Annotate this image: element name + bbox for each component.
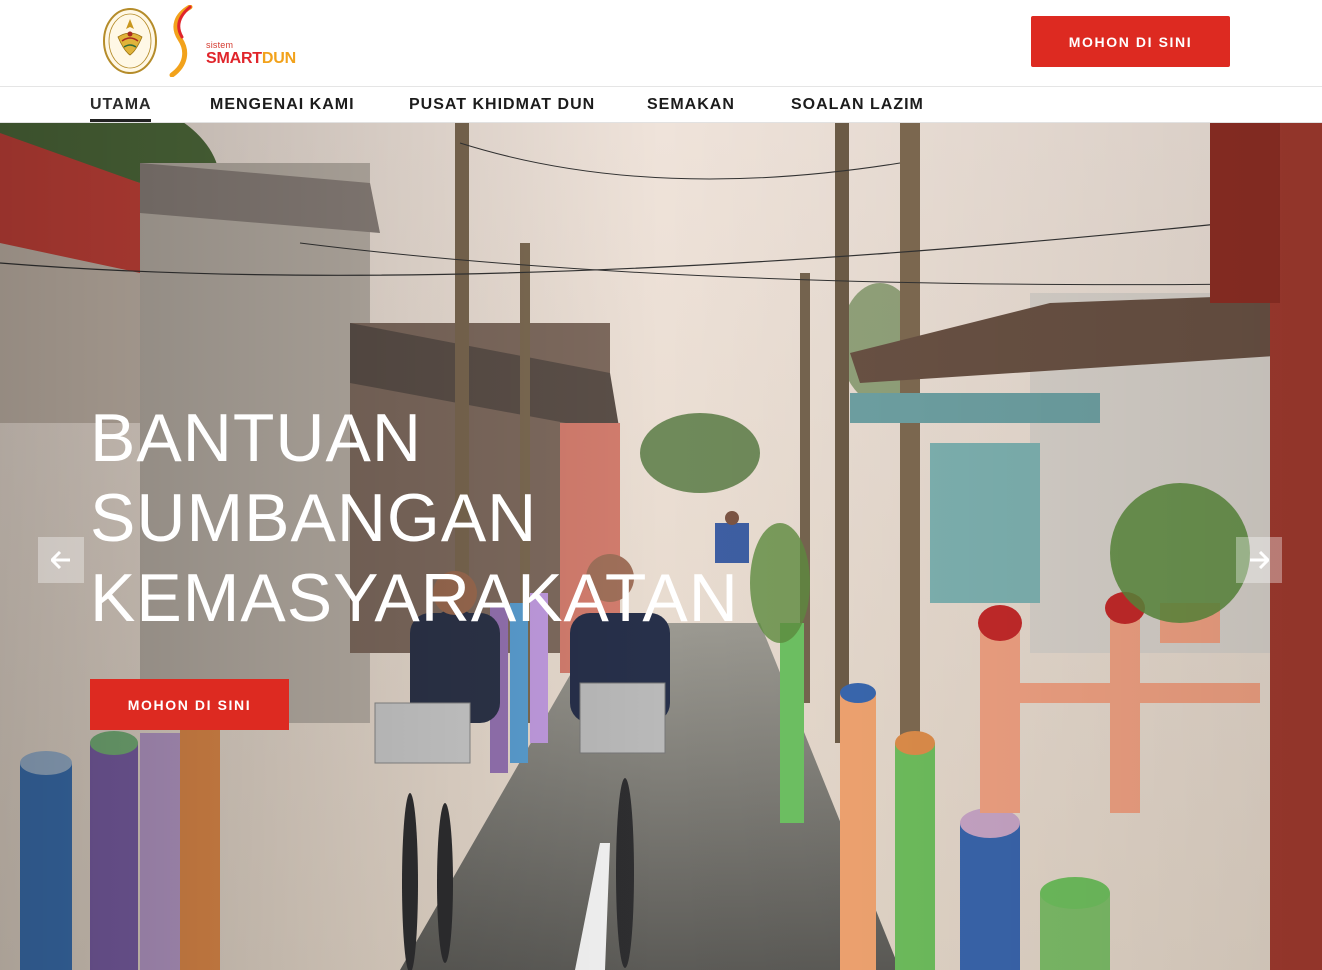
hero-apply-button[interactable]: MOHON DI SINI [90,679,289,730]
nav-item-utama[interactable]: UTAMA [90,96,152,114]
hero-title-line-3: KEMASYARAKATAN [90,560,739,636]
hero-title: BANTUAN SUMBANGAN KEMASYARAKATAN [90,398,739,638]
active-nav-indicator [90,119,151,122]
state-crest-logo[interactable] [102,7,158,75]
brand-name: SMARTDUN [206,50,296,68]
site-header: sistem SMARTDUN MOHON DI SINI [0,0,1322,87]
slider-prev-button[interactable] [38,537,84,583]
nav-item-pusat-khidmat-dun[interactable]: PUSAT KHIDMAT DUN [409,96,595,114]
hero-title-line-1: BANTUAN [90,400,422,476]
smartdun-wordmark[interactable]: sistem SMARTDUN [206,40,296,68]
nav-item-soalan-lazim[interactable]: SOALAN LAZIM [791,96,924,114]
main-navigation: UTAMA MENGENAI KAMI PUSAT KHIDMAT DUN SE… [0,88,1322,123]
brand-dun-text: DUN [261,50,296,67]
slider-next-button[interactable] [1236,537,1282,583]
hero-slider: BANTUAN SUMBANGAN KEMASYARAKATAN MOHON D… [0,123,1322,970]
brand-sistem-text: sistem [206,40,234,50]
smartdun-s-logo [169,5,193,77]
nav-item-semakan[interactable]: SEMAKAN [647,96,735,114]
nav-item-mengenai-kami[interactable]: MENGENAI KAMI [210,96,355,114]
header-apply-button[interactable]: MOHON DI SINI [1031,16,1230,67]
hero-title-line-2: SUMBANGAN [90,480,538,556]
arrow-left-icon [51,551,70,569]
brand-smart-text: SMART [206,50,262,67]
arrow-right-icon [1250,551,1269,569]
